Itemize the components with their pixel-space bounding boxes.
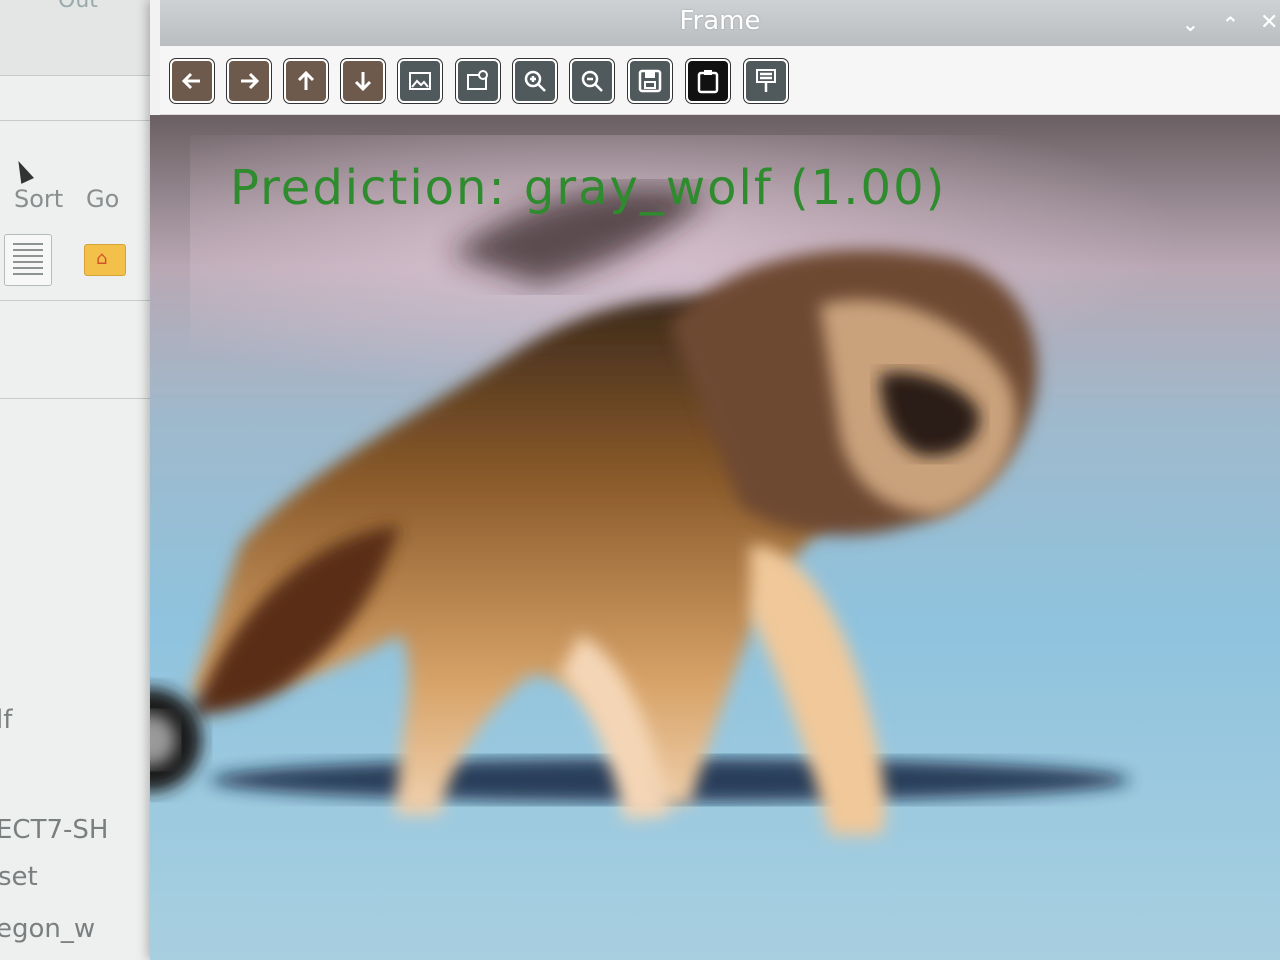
- zoom-out-icon[interactable]: [570, 59, 614, 103]
- menu-go[interactable]: Go: [86, 185, 119, 213]
- divider: [0, 398, 170, 399]
- arrow-right-icon[interactable]: [227, 59, 271, 103]
- file-item[interactable]: ECT7-SH: [0, 815, 108, 845]
- prediction-label: Prediction: gray_wolf (1.00): [230, 160, 947, 216]
- chevron-down-icon[interactable]: ⌄: [1182, 12, 1199, 36]
- file-item[interactable]: set: [0, 862, 38, 892]
- arrow-down-icon[interactable]: [341, 59, 385, 103]
- chevron-up-icon[interactable]: ⌃: [1222, 12, 1239, 36]
- toolbar: [160, 46, 1280, 115]
- image-icon[interactable]: [398, 59, 442, 103]
- mouse-cursor: [12, 158, 34, 184]
- divider: [0, 120, 170, 121]
- clipboard-icon[interactable]: [686, 59, 730, 103]
- file-manager-top-text: Out: [58, 0, 98, 13]
- zoom-in-icon[interactable]: [513, 59, 557, 103]
- save-icon[interactable]: [628, 59, 672, 103]
- menu-sort[interactable]: Sort: [14, 185, 63, 213]
- file-item[interactable]: lf: [0, 705, 12, 735]
- wolf-photo: [150, 188, 1130, 835]
- home-folder-icon[interactable]: ⌂: [84, 244, 126, 276]
- divider: [0, 75, 170, 76]
- properties-icon[interactable]: [744, 59, 788, 103]
- title-bar[interactable]: Frame ⌄ ⌃ ✕: [160, 0, 1280, 46]
- list-view-icon[interactable]: [4, 234, 52, 286]
- image-display: Prediction: gray_wolf (1.00): [150, 115, 1280, 960]
- frame-window: Frame ⌄ ⌃ ✕ Prediction: gray_wolf (1.00): [150, 0, 1280, 960]
- file-manager-window: Out Sort Go ⌂ lf ECT7-SH set egon_w: [0, 0, 171, 960]
- arrow-up-icon[interactable]: [284, 59, 328, 103]
- close-icon[interactable]: ✕: [1260, 10, 1278, 35]
- image-settings-icon[interactable]: [456, 59, 500, 103]
- divider: [0, 300, 170, 301]
- arrow-left-icon[interactable]: [170, 59, 214, 103]
- file-manager-header: Out: [0, 0, 170, 75]
- file-item[interactable]: egon_w: [0, 914, 95, 944]
- window-title: Frame: [679, 6, 761, 36]
